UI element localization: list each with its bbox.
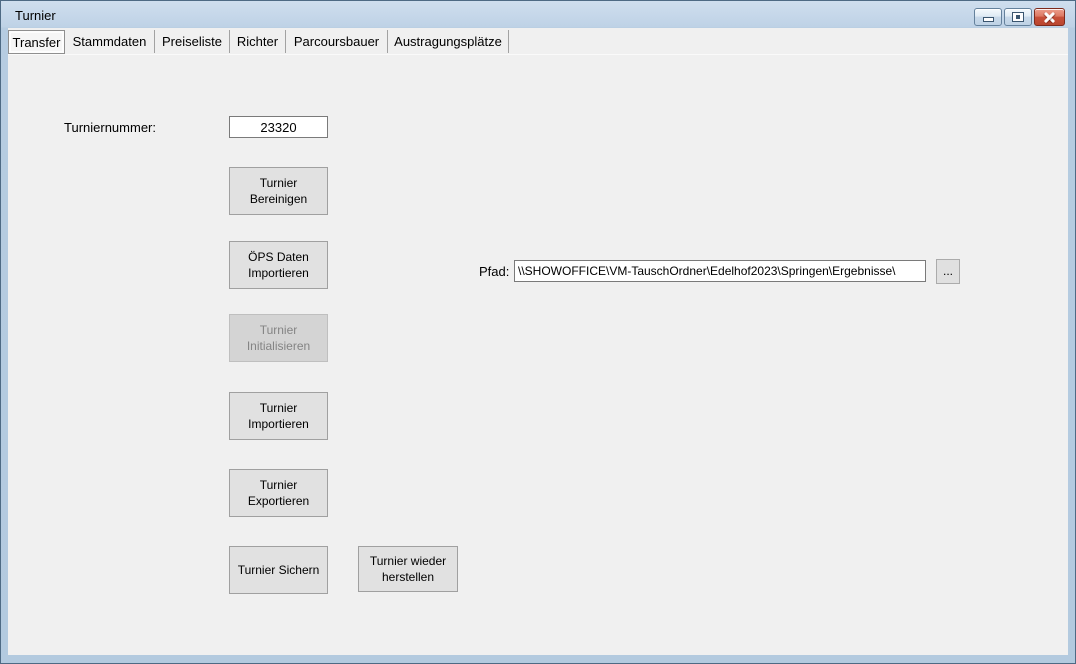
browse-button[interactable]: ...	[936, 259, 960, 284]
turniernummer-label: Turniernummer:	[64, 120, 156, 135]
client-area: Transfer Stammdaten Preiseliste Richter …	[8, 28, 1068, 655]
turnier-exportieren-button[interactable]: Turnier Exportieren	[229, 469, 328, 517]
turniernummer-input[interactable]	[229, 116, 328, 138]
tab-transfer[interactable]: Transfer	[8, 30, 65, 54]
minimize-button[interactable]	[974, 8, 1002, 26]
tab-austragungsplaetze[interactable]: Austragungsplätze	[388, 30, 509, 53]
app-window: Turnier Transfer Stammdaten Preiseliste …	[0, 0, 1076, 664]
tab-richter[interactable]: Richter	[230, 30, 286, 53]
pfad-label: Pfad:	[479, 264, 509, 279]
minimize-icon	[983, 17, 994, 22]
turnier-bereinigen-button[interactable]: Turnier Bereinigen	[229, 167, 328, 215]
tab-stammdaten[interactable]: Stammdaten	[65, 30, 155, 53]
maximize-button[interactable]	[1004, 8, 1032, 26]
maximize-icon	[1012, 12, 1024, 22]
tabstrip-highlight-line	[8, 54, 1068, 55]
tab-strip: Transfer Stammdaten Preiseliste Richter …	[8, 30, 509, 53]
turnier-sichern-button[interactable]: Turnier Sichern	[229, 546, 328, 594]
window-controls	[974, 8, 1065, 26]
pfad-input[interactable]	[514, 260, 926, 282]
titlebar[interactable]: Turnier	[1, 1, 1075, 28]
oeps-daten-importieren-button[interactable]: ÖPS Daten Importieren	[229, 241, 328, 289]
close-button[interactable]	[1034, 8, 1065, 26]
turnier-initialisieren-button: Turnier Initialisieren	[229, 314, 328, 362]
tab-preiseliste[interactable]: Preiseliste	[155, 30, 230, 53]
window-title: Turnier	[15, 8, 56, 23]
turnier-wieder-herstellen-button[interactable]: Turnier wieder herstellen	[358, 546, 458, 592]
close-icon	[1043, 12, 1056, 23]
tab-parcoursbauer[interactable]: Parcoursbauer	[286, 30, 388, 53]
turnier-importieren-button[interactable]: Turnier Importieren	[229, 392, 328, 440]
